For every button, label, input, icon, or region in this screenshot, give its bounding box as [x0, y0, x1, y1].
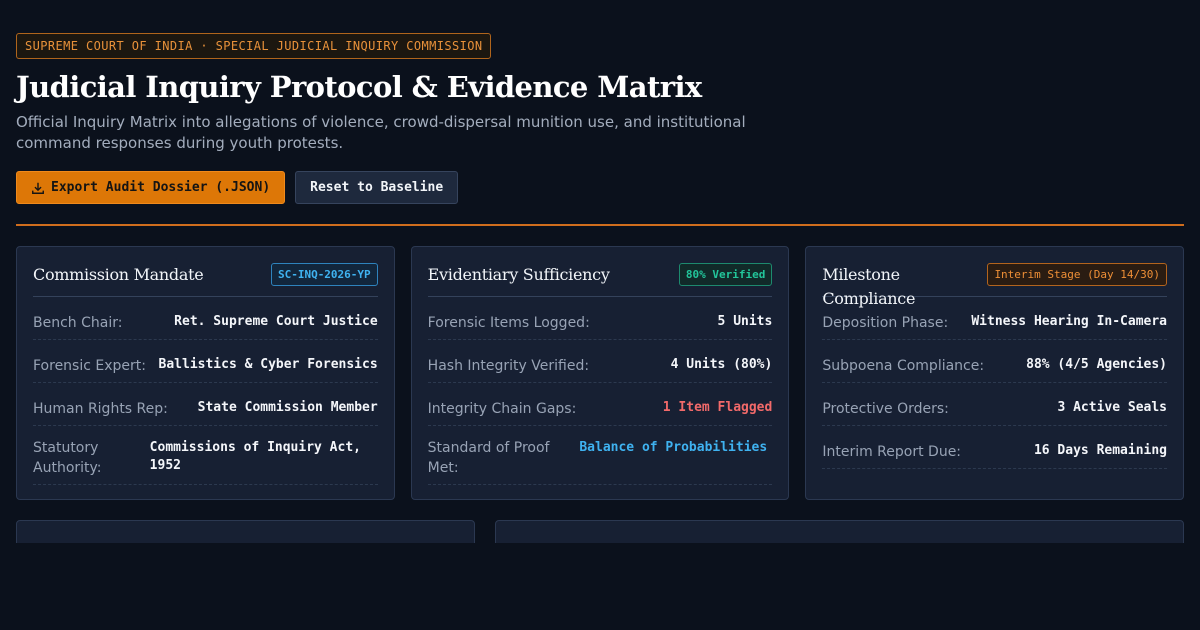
card-row: Interim Report Due: 16 Days Remaining — [822, 426, 1168, 469]
row-label: Forensic Items Logged: — [427, 315, 590, 331]
card-row: Forensic Items Logged: 5 Units — [427, 297, 773, 340]
row-label: Forensic Expert: — [33, 358, 146, 374]
row-label: Interim Report Due: — [822, 444, 962, 460]
card-title: Evidentiary Sufficiency — [427, 265, 610, 284]
page-subtitle: Official Inquiry Matrix into allegations… — [16, 113, 746, 152]
row-value: 4 Units (80%) — [670, 357, 773, 372]
row-label: Hash Integrity Verified: — [427, 358, 590, 374]
row-label: Standard of Proof Met: — [427, 440, 550, 476]
row-label: Integrity Chain Gaps: — [427, 401, 577, 417]
card-row: Protective Orders: 3 Active Seals — [822, 383, 1168, 426]
summary-cards: Commission Mandate SC-INQ-2026-YP Bench … — [16, 246, 1185, 500]
stage-badge: Interim Stage (Day 14/30) — [987, 263, 1168, 286]
page-container: SUPREME COURT OF INDIA · SPECIAL JUDICIA… — [16, 33, 1185, 580]
export-dossier-button[interactable]: Export Audit Dossier (.JSON) — [16, 171, 286, 204]
card-row: Subpoena Compliance: 88% (4/5 Agencies) — [822, 340, 1168, 383]
row-value: Ballistics & Cyber Forensics — [158, 357, 378, 372]
row-label: Protective Orders: — [822, 401, 949, 417]
export-dossier-label: Export Audit Dossier (.JSON) — [51, 180, 271, 195]
action-bar: Export Audit Dossier (.JSON) Reset to Ba… — [16, 171, 1184, 204]
commission-badge: SUPREME COURT OF INDIA · SPECIAL JUDICIA… — [16, 33, 492, 59]
row-value: 88% (4/5 Agencies) — [1026, 357, 1168, 372]
row-label: Subpoena Compliance: — [822, 358, 985, 374]
row-label: Bench Chair: — [33, 315, 123, 331]
row-value: Commissions of Inquiry Act, 1952 — [149, 440, 361, 473]
card-title: Milestone Compliance — [822, 265, 916, 308]
card-row: Bench Chair: Ret. Supreme Court Justice — [33, 297, 378, 340]
card-row: Hash Integrity Verified: 4 Units (80%) — [427, 340, 773, 383]
reset-baseline-label: Reset to Baseline — [310, 180, 444, 195]
verified-badge: 80% Verified — [678, 263, 773, 286]
card-header: Evidentiary Sufficiency 80% Verified — [427, 247, 773, 297]
reset-baseline-button[interactable]: Reset to Baseline — [295, 171, 459, 204]
row-value: State Commission Member — [197, 400, 378, 415]
row-value: Ret. Supreme Court Justice — [174, 314, 378, 329]
download-icon — [32, 182, 44, 194]
row-value: 3 Active Seals — [1057, 400, 1168, 415]
card-commission-mandate: Commission Mandate SC-INQ-2026-YP Bench … — [16, 246, 395, 500]
proof-standard-value: Balance of Probabilities — [579, 440, 768, 455]
row-label: Deposition Phase: — [822, 315, 949, 331]
card-row: Statutory Authority: Commissions of Inqu… — [33, 426, 378, 485]
card-milestone-compliance: Milestone Compliance Interim Stage (Day … — [805, 246, 1185, 500]
viewport-clip — [0, 543, 1200, 630]
page-title: Judicial Inquiry Protocol & Evidence Mat… — [16, 70, 702, 104]
card-title: Commission Mandate — [33, 265, 204, 284]
row-value: Witness Hearing In-Camera — [971, 314, 1168, 329]
flagged-value: 1 Item Flagged — [662, 400, 773, 415]
card-header: Milestone Compliance Interim Stage (Day … — [822, 247, 1168, 308]
card-row: Integrity Chain Gaps: 1 Item Flagged — [427, 383, 773, 426]
card-evidentiary-sufficiency: Evidentiary Sufficiency 80% Verified For… — [410, 246, 790, 500]
case-id-badge: SC-INQ-2026-YP — [270, 263, 378, 286]
card-row: Forensic Expert: Ballistics & Cyber Fore… — [33, 340, 378, 383]
card-row: Standard of Proof Met: Balance of Probab… — [427, 426, 773, 485]
card-row: Human Rights Rep: State Commission Membe… — [33, 383, 378, 426]
row-value: 5 Units — [717, 314, 773, 329]
row-label: Statutory Authority: — [33, 440, 102, 476]
section-divider — [16, 224, 1184, 226]
row-value: 16 Days Remaining — [1033, 443, 1168, 458]
row-label: Human Rights Rep: — [33, 401, 168, 417]
card-header: Commission Mandate SC-INQ-2026-YP — [33, 247, 378, 297]
